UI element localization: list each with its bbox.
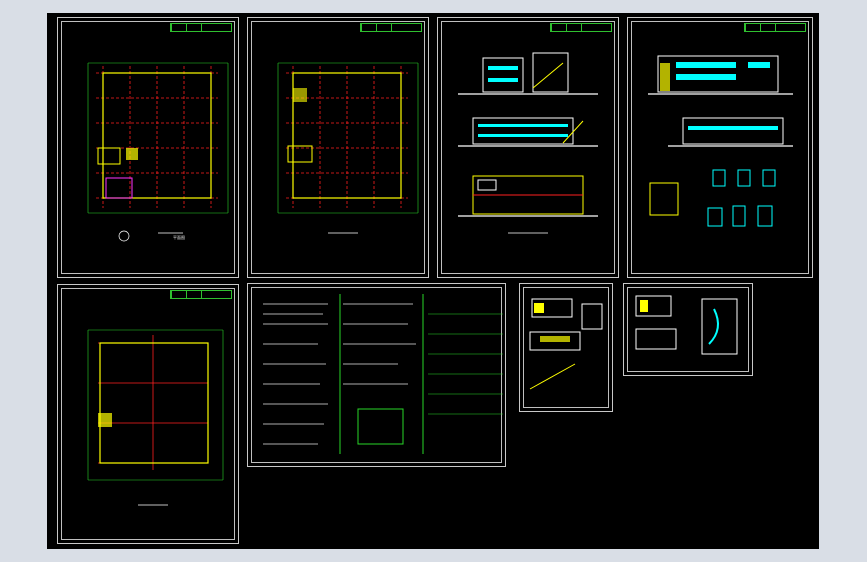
sheet-node-details[interactable] xyxy=(623,283,753,376)
elevation-drawings xyxy=(648,55,793,227)
cad-model-space[interactable]: 平面图 xyxy=(47,13,819,549)
node-detail-drawing xyxy=(635,295,738,355)
notes-text-block xyxy=(263,294,503,454)
floor-plan-drawing xyxy=(87,62,229,242)
sheet-caption: 平面图 xyxy=(173,235,185,240)
sheet-floor-plan-1[interactable]: 平面图 xyxy=(57,17,239,278)
sheet-design-notes[interactable] xyxy=(247,283,506,467)
sheet-elevations-2[interactable] xyxy=(627,17,813,278)
sheet-floor-plan-2[interactable] xyxy=(247,17,429,278)
floor-plan-drawing xyxy=(277,62,419,234)
sheet-stair-details[interactable] xyxy=(519,283,613,412)
sheet-roof-plan[interactable] xyxy=(57,284,239,544)
roof-plan-drawing xyxy=(87,329,224,506)
stair-detail-drawing xyxy=(529,298,603,390)
elevation-drawings xyxy=(458,52,598,234)
sheet-elevations-1[interactable] xyxy=(437,17,619,278)
